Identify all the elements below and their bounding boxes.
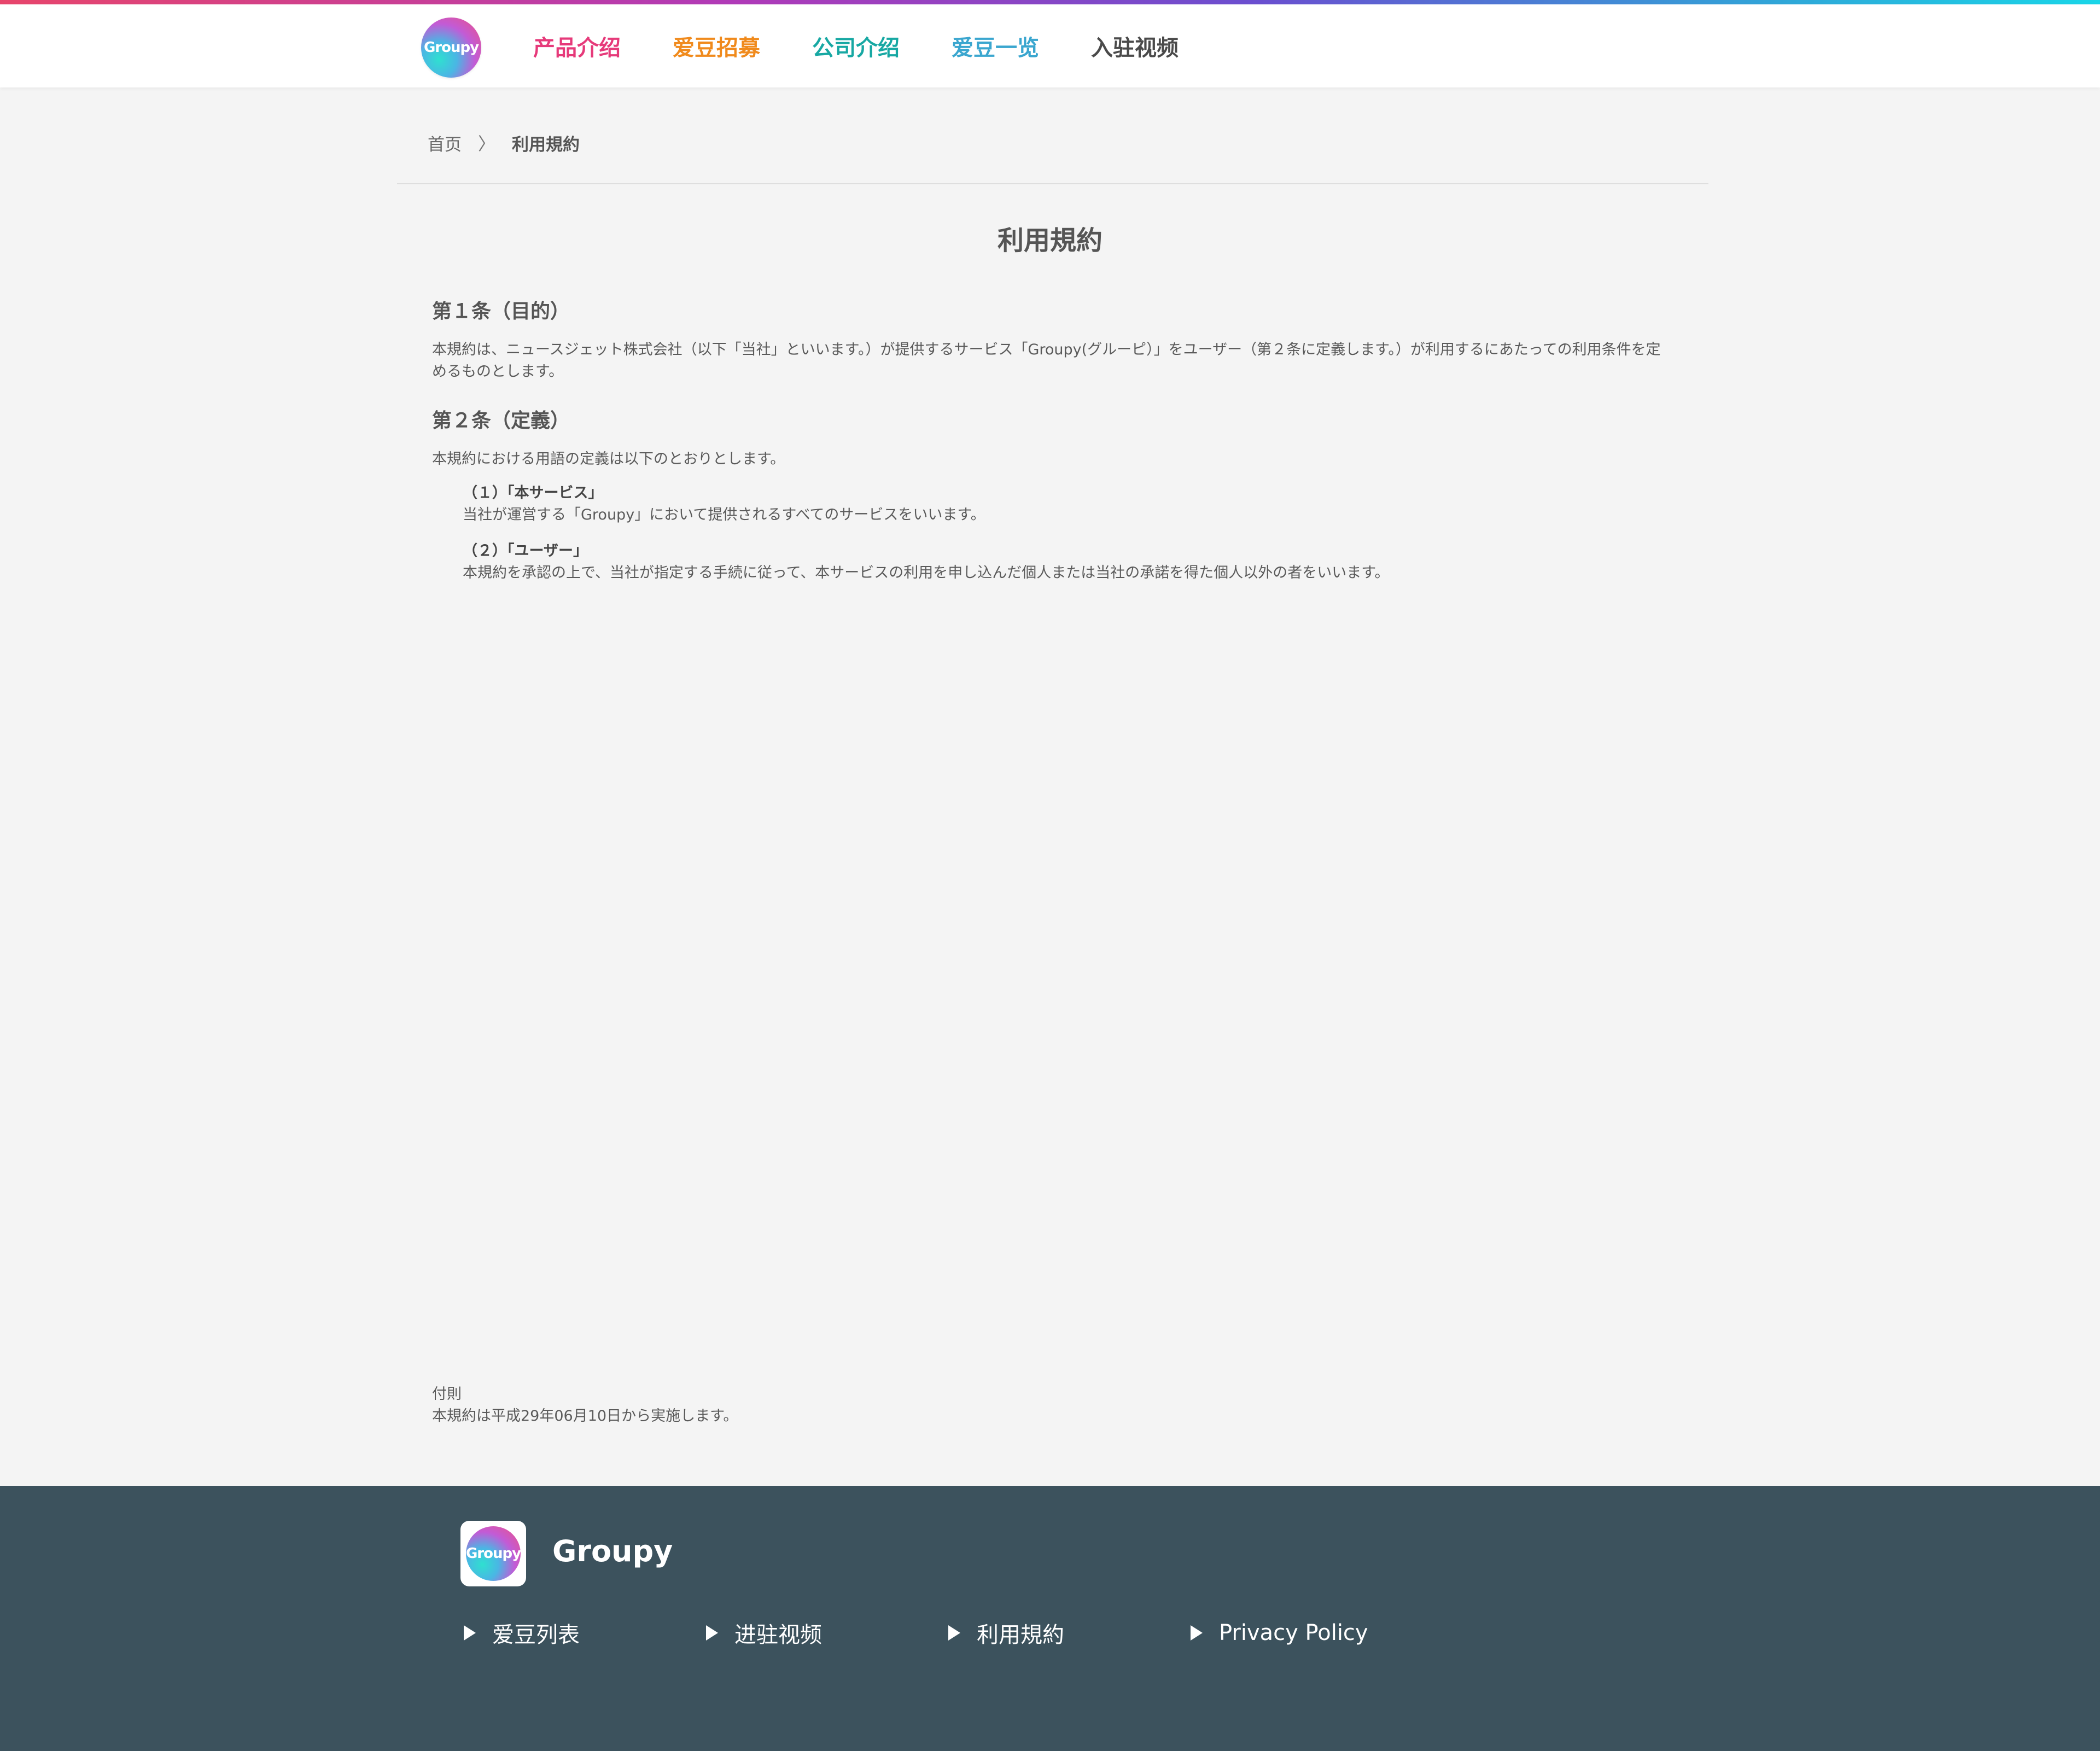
nav-idol-recruit[interactable]: 爱豆招募 bbox=[673, 30, 760, 62]
logo-text: Groupy bbox=[423, 39, 479, 56]
footer-link-join-video[interactable]: 进驻视频 bbox=[706, 1617, 948, 1649]
top-accent-bar bbox=[0, 0, 2100, 4]
footer-logo-bubble: Groupy bbox=[466, 1526, 521, 1581]
divider bbox=[397, 183, 1708, 184]
definition-desc: 当社が運営する「Groupy」において提供されるすべてのサービスをいいます。 bbox=[463, 506, 985, 523]
site-footer: Groupy Groupy 爱豆列表 进驻视频 利用規約 Privacy Pol… bbox=[0, 1486, 2100, 1751]
breadcrumb-current: 利用規約 bbox=[512, 135, 580, 155]
article-2-heading: 第２条（定義） bbox=[432, 410, 570, 432]
triangle-right-icon bbox=[464, 1625, 476, 1641]
appendix-text: 本規約は平成29年06月10日から実施します。 bbox=[432, 1408, 738, 1425]
footer-link-label: Privacy Policy bbox=[1219, 1620, 1368, 1645]
nav-company-intro[interactable]: 公司介绍 bbox=[812, 30, 900, 62]
nav-join-video[interactable]: 入驻视频 bbox=[1091, 30, 1179, 62]
footer-link-terms[interactable]: 利用規約 bbox=[948, 1617, 1191, 1649]
groupy-logo[interactable]: Groupy bbox=[421, 17, 481, 78]
appendix: 付則 本規約は平成29年06月10日から実施します。 bbox=[432, 1384, 738, 1427]
definition-term: （１）「本サービス」 bbox=[463, 485, 603, 501]
footer-logo[interactable]: Groupy bbox=[460, 1521, 526, 1586]
triangle-right-icon bbox=[706, 1625, 718, 1641]
footer-link-label: 爱豆列表 bbox=[492, 1622, 580, 1648]
page-title: 利用規約 bbox=[997, 225, 1102, 256]
breadcrumb: 首页 〉 利用規約 bbox=[428, 129, 580, 156]
definition-item: （１）「本サービス」 当社が運営する「Groupy」において提供されるすべてのサ… bbox=[463, 482, 1673, 526]
footer-link-privacy[interactable]: Privacy Policy bbox=[1191, 1617, 1433, 1649]
footer-brand: Groupy bbox=[552, 1534, 673, 1568]
terms-content: 第１条（目的） 本規約は、ニュースジェット株式会社（以下「当社」といいます。）が… bbox=[432, 295, 1673, 598]
triangle-right-icon bbox=[1191, 1625, 1203, 1641]
footer-link-label: 利用規約 bbox=[977, 1622, 1064, 1648]
main-nav: 产品介绍 爱豆招募 公司介绍 爱豆一览 入驻视频 bbox=[533, 4, 1230, 87]
definition-term: （２）「ユーザー」 bbox=[463, 542, 588, 559]
chevron-right-icon: 〉 bbox=[478, 133, 496, 154]
triangle-right-icon bbox=[948, 1625, 960, 1641]
definition-item: （２）「ユーザー」 本規約を承認の上で、当社が指定する手続に従って、本サービスの… bbox=[463, 540, 1673, 584]
footer-logo-text: Groupy bbox=[465, 1545, 521, 1562]
article-1-heading: 第１条（目的） bbox=[432, 300, 570, 323]
nav-idol-list[interactable]: 爱豆一览 bbox=[952, 30, 1039, 62]
footer-link-label: 进驻视频 bbox=[734, 1622, 822, 1648]
nav-product-intro[interactable]: 产品介绍 bbox=[533, 30, 621, 62]
definition-desc: 本規約を承認の上で、当社が指定する手続に従って、本サービスの利用を申し込んだ個人… bbox=[463, 564, 1390, 581]
article-1-text: 本規約は、ニュースジェット株式会社（以下「当社」といいます。）が提供するサービス… bbox=[432, 341, 1661, 380]
article-2-intro: 本規約における用語の定義は以下のとおりとします。 bbox=[432, 451, 785, 468]
appendix-label: 付則 bbox=[432, 1386, 462, 1403]
breadcrumb-home[interactable]: 首页 bbox=[428, 131, 462, 155]
footer-links: 爱豆列表 进驻视频 利用規約 Privacy Policy bbox=[464, 1617, 1433, 1649]
footer-link-idol-list[interactable]: 爱豆列表 bbox=[464, 1617, 706, 1649]
